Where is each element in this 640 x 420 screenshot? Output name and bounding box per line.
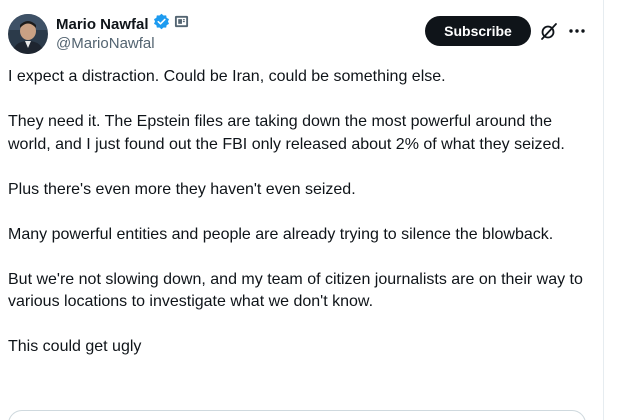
tweet-paragraph: This could get ugly xyxy=(8,338,142,355)
embedded-card[interactable] xyxy=(8,410,586,420)
tweet-paragraph: Plus there's even more they haven't even… xyxy=(8,180,356,198)
tweet-paragraph: I expect a distraction. Could be Iran, c… xyxy=(8,68,446,85)
tweet-page: Mario Nawfal @MarioNawfal Subscribe I ex… xyxy=(0,0,640,420)
tweet-text: I expect a distraction. Could be Iran, c… xyxy=(8,66,598,381)
author-handle[interactable]: @MarioNawfal xyxy=(56,35,155,52)
tweet-paragraph: But we're not slowing down, and my team … xyxy=(8,270,583,311)
verified-badge-icon xyxy=(153,13,170,35)
avatar[interactable] xyxy=(8,14,48,54)
more-options-icon[interactable] xyxy=(567,21,587,41)
tweet-paragraph: They need it. The Epstein files are taki… xyxy=(8,113,565,153)
author-display-name[interactable]: Mario Nawfal xyxy=(56,16,149,33)
grok-icon[interactable] xyxy=(539,21,559,41)
author-name-row: Mario Nawfal xyxy=(56,13,189,35)
tweet-paragraph: Many powerful entities and people are al… xyxy=(8,225,554,243)
affiliate-badge-icon[interactable] xyxy=(174,14,189,34)
column-divider xyxy=(603,0,604,420)
subscribe-button[interactable]: Subscribe xyxy=(425,16,531,46)
